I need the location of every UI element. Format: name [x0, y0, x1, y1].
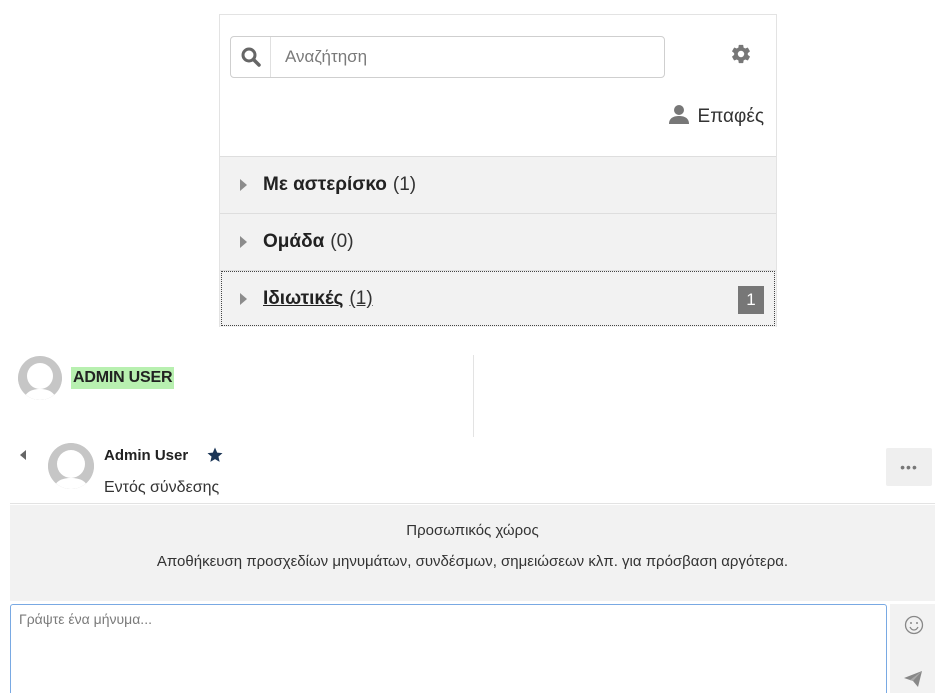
- more-options-button[interactable]: •••: [886, 448, 932, 486]
- avatar: [18, 356, 62, 400]
- conversation-header: Admin User Εντός σύνδεσης •••: [10, 438, 935, 504]
- section-count: (1): [349, 288, 373, 309]
- back-arrow-icon[interactable]: [20, 450, 26, 460]
- section-private[interactable]: Ιδιωτικές (1) 1: [220, 270, 776, 327]
- section-name: Ιδιωτικές: [263, 288, 344, 309]
- unread-badge: 1: [738, 286, 764, 314]
- gear-icon[interactable]: [730, 43, 752, 65]
- smiley-icon[interactable]: [904, 615, 924, 635]
- star-icon[interactable]: [206, 446, 224, 464]
- search-input[interactable]: [271, 37, 664, 77]
- online-status: Εντός σύνδεσης: [104, 479, 220, 496]
- section-starred[interactable]: Με αστερίσκο (1): [220, 156, 776, 213]
- caret-right-icon: [240, 179, 247, 191]
- contacts-link[interactable]: Επαφές: [668, 103, 764, 131]
- ellipsis-icon: •••: [900, 459, 918, 475]
- user-icon: [668, 103, 690, 131]
- section-count: (1): [392, 174, 417, 195]
- caret-right-icon: [240, 236, 247, 248]
- self-conversation-info: Προσωπικός χώρος Αποθήκευση προσχεδίων μ…: [10, 505, 935, 601]
- divider: [473, 355, 474, 437]
- top-user[interactable]: ADMIN USER: [18, 356, 175, 400]
- info-title: Προσωπικός χώρος: [406, 522, 539, 539]
- section-count: (0): [330, 231, 354, 252]
- search-box[interactable]: [230, 36, 665, 78]
- section-name: Ομάδα: [263, 231, 325, 252]
- section-group[interactable]: Ομάδα (0): [220, 213, 776, 270]
- info-description: Αποθήκευση προσχεδίων μηνυμάτων, συνδέσμ…: [156, 553, 789, 570]
- top-user-name: ADMIN USER: [71, 367, 175, 389]
- contacts-panel: Επαφές Με αστερίσκο (1) Ομάδα (0) Ιδιωτι…: [219, 14, 777, 327]
- conversation-name: Admin User: [104, 447, 189, 464]
- message-input[interactable]: [10, 604, 887, 693]
- search-icon[interactable]: [231, 37, 271, 77]
- section-name: Με αστερίσκο: [263, 174, 387, 195]
- caret-right-icon: [240, 293, 247, 305]
- contacts-label: Επαφές: [697, 106, 764, 127]
- send-icon[interactable]: [903, 670, 923, 688]
- avatar: [48, 443, 94, 489]
